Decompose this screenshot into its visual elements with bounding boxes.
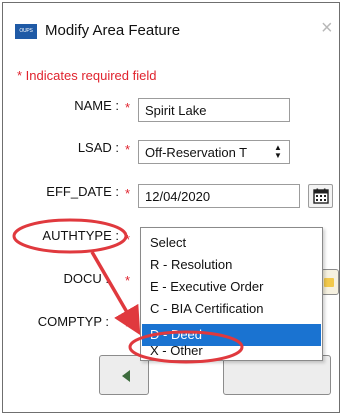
- required-field-note: * Indicates required field: [17, 68, 157, 83]
- lsad-selected-value: Off-Reservation T: [145, 145, 248, 160]
- docu-required-marker: *: [125, 273, 131, 288]
- authtype-label: AUTHTYPE :: [42, 228, 119, 243]
- close-icon[interactable]: ×: [321, 18, 333, 38]
- eff-date-label: EFF_DATE :: [46, 184, 119, 199]
- authtype-dropdown-list[interactable]: Select R - Resolution E - Executive Orde…: [140, 227, 323, 361]
- lsad-select[interactable]: Off-Reservation T ▲ ▼: [138, 140, 290, 164]
- folder-icon: [324, 278, 334, 287]
- window-title: Modify Area Feature: [45, 22, 181, 39]
- docu-browse-button[interactable]: [321, 269, 339, 295]
- up-down-arrows-icon: ▲ ▼: [274, 143, 282, 160]
- eff-date-required-marker: *: [125, 186, 131, 201]
- docu-label: DOCU :: [63, 271, 110, 286]
- name-input[interactable]: [145, 103, 283, 118]
- app-logo: OUPS: [15, 24, 37, 39]
- lsad-label: LSAD :: [77, 140, 119, 155]
- eff-date-field[interactable]: [138, 184, 300, 208]
- dropdown-option[interactable]: X - Other: [142, 340, 321, 362]
- dropdown-option[interactable]: E - Executive Order: [142, 276, 321, 298]
- eff-date-input[interactable]: [145, 189, 293, 204]
- name-label: NAME :: [74, 98, 119, 113]
- modify-area-feature-dialog: OUPS Modify Area Feature × * Indicates r…: [2, 2, 340, 413]
- dropdown-option[interactable]: Select: [142, 232, 321, 254]
- lsad-required-marker: *: [125, 142, 131, 157]
- name-field[interactable]: [138, 98, 290, 122]
- name-required-marker: *: [125, 100, 131, 115]
- dropdown-option[interactable]: R - Resolution: [142, 254, 321, 276]
- comptyp-required-marker: *: [125, 319, 131, 334]
- calendar-button[interactable]: [308, 184, 333, 208]
- dropdown-option[interactable]: C - BIA Certification: [142, 298, 321, 320]
- comptyp-label: COMPTYP :: [37, 314, 109, 329]
- authtype-required-marker: *: [125, 232, 131, 247]
- title-bar[interactable]: OUPS Modify Area Feature ×: [3, 3, 339, 59]
- back-arrow-icon: [122, 370, 130, 382]
